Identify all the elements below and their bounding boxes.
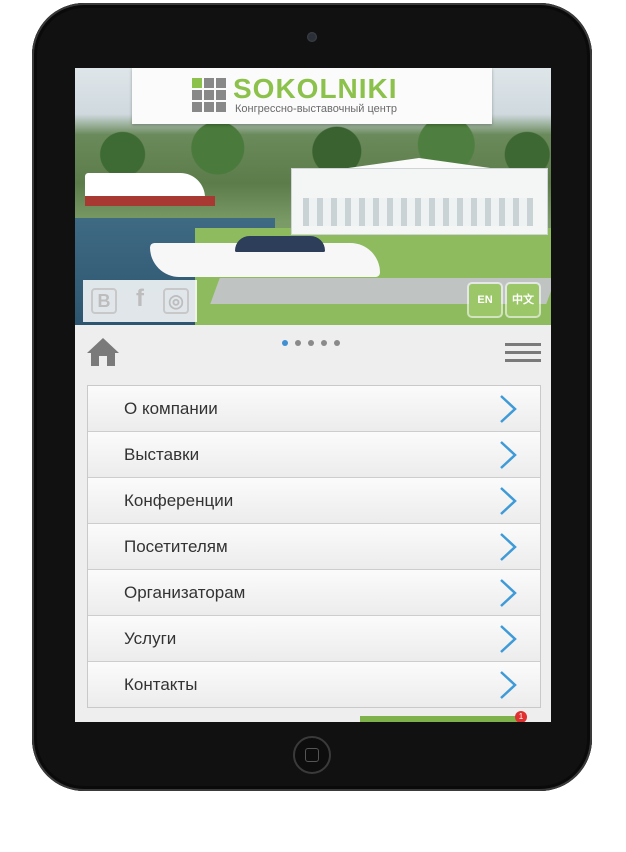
chevron-right-icon [500, 441, 517, 469]
menu-item-label: Организаторам [124, 583, 246, 602]
chevron-right-icon [500, 395, 517, 423]
logo[interactable]: SOKOLNIKI Конгрессно-выставочный центр [132, 68, 492, 124]
menu-item-label: О компании [124, 399, 218, 418]
menu-item-label: Выставки [124, 445, 200, 464]
slider-dot[interactable] [282, 340, 288, 346]
main-menu: О компании Выставки Конференции Посетите… [87, 385, 541, 708]
instagram-icon[interactable]: ◎ [163, 288, 189, 314]
brand-name: SOKOLNIKI [233, 73, 398, 104]
chevron-right-icon [500, 579, 517, 607]
menu-item-about[interactable]: О компании [88, 386, 540, 432]
lang-en-button[interactable]: EN [469, 284, 501, 316]
chat-widget-bar[interactable] [360, 716, 520, 722]
chevron-right-icon [500, 671, 517, 699]
menu-item-label: Контакты [124, 675, 198, 694]
menu-item-conferences[interactable]: Конференции [88, 478, 540, 524]
home-icon[interactable] [85, 336, 121, 368]
slider-dot[interactable] [308, 340, 314, 346]
hamburger-menu-icon[interactable] [505, 343, 541, 363]
menu-item-label: Посетителям [124, 537, 228, 556]
chevron-right-icon [500, 625, 517, 653]
device-home-button[interactable] [293, 736, 331, 774]
menu-item-label: Конференции [124, 491, 234, 510]
menu-item-visitors[interactable]: Посетителям [88, 524, 540, 570]
screen: B f ◎ EN 中文 SOKOLNIKI Конгрессно-выставо… [75, 68, 551, 722]
lang-zh-button[interactable]: 中文 [507, 284, 539, 316]
facebook-icon[interactable]: f [127, 287, 153, 314]
slider-dot[interactable] [334, 340, 340, 346]
menu-item-exhibitions[interactable]: Выставки [88, 432, 540, 478]
slider-dot[interactable] [295, 340, 301, 346]
logo-grid-icon [192, 78, 226, 112]
vk-icon[interactable]: B [91, 288, 117, 314]
chevron-right-icon [500, 487, 517, 515]
menu-item-organizers[interactable]: Организаторам [88, 570, 540, 616]
brand-subtitle: Конгрессно-выставочный центр [235, 103, 398, 115]
camera-icon [307, 32, 317, 42]
notification-badge: 1 [515, 711, 527, 722]
menu-item-contacts[interactable]: Контакты [88, 662, 540, 707]
social-links: B f ◎ [83, 280, 197, 322]
menu-item-services[interactable]: Услуги [88, 616, 540, 662]
slider-dot[interactable] [321, 340, 327, 346]
menu-item-label: Услуги [124, 629, 177, 648]
chevron-right-icon [500, 533, 517, 561]
